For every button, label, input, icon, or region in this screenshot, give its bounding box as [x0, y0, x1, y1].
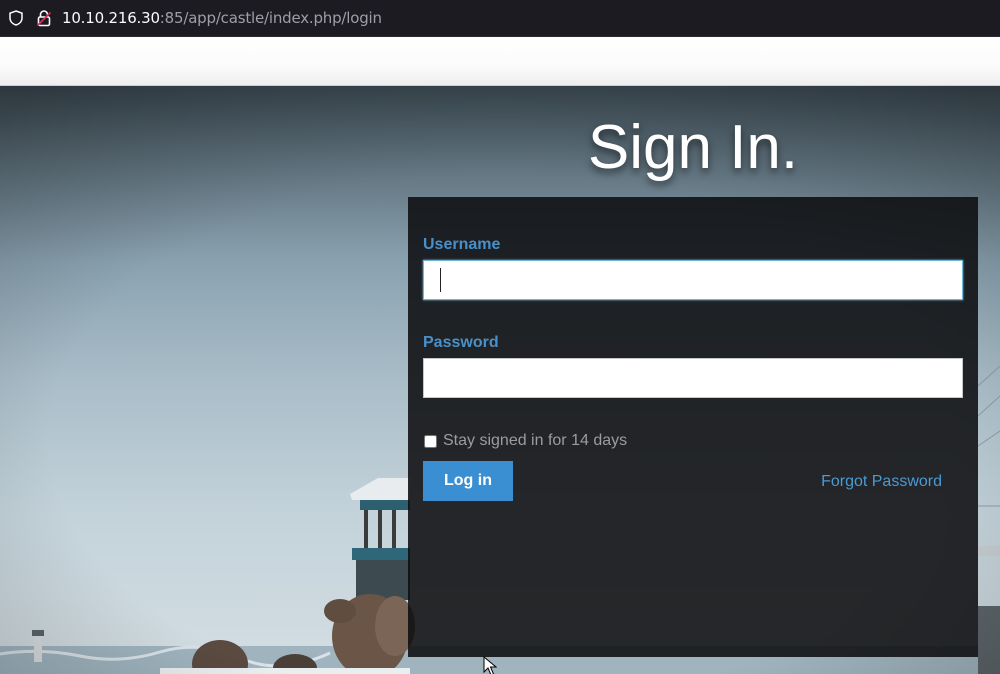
- site-header: [0, 36, 1000, 86]
- lock-warning-icon[interactable]: [36, 9, 52, 27]
- forgot-password-link[interactable]: Forgot Password: [821, 473, 942, 491]
- username-input[interactable]: [423, 260, 963, 300]
- mouse-cursor-icon: [483, 656, 497, 674]
- remember-label: Stay signed in for 14 days: [443, 432, 628, 449]
- url-path: :85/app/castle/index.php/login: [159, 9, 382, 27]
- login-button[interactable]: Log in: [423, 461, 513, 501]
- page-title: Sign In.: [587, 113, 799, 182]
- username-label: Username: [423, 236, 501, 253]
- text-caret: [440, 268, 441, 292]
- url-text[interactable]: 10.10.216.30:85/app/castle/index.php/log…: [62, 9, 382, 27]
- browser-url-bar[interactable]: 10.10.216.30:85/app/castle/index.php/log…: [0, 0, 1000, 36]
- url-host: 10.10.216.30: [62, 9, 160, 27]
- remember-me[interactable]: Stay signed in for 14 days: [424, 432, 627, 450]
- shield-icon[interactable]: [9, 10, 23, 26]
- password-label: Password: [423, 334, 499, 351]
- remember-checkbox[interactable]: [424, 434, 437, 448]
- password-input[interactable]: [423, 358, 963, 398]
- login-form: Username Password Stay signed in for 14 …: [408, 197, 978, 657]
